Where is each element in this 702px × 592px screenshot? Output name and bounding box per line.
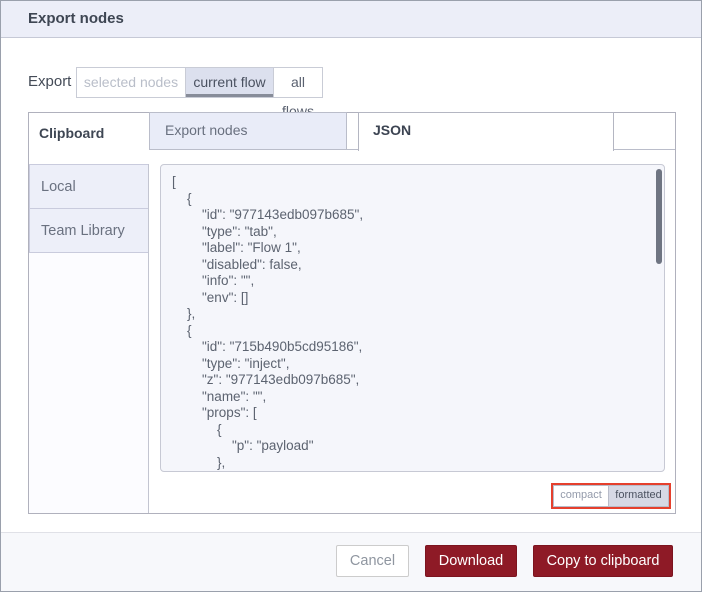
download-button[interactable]: Download bbox=[425, 545, 517, 577]
tab-export-nodes[interactable]: Export nodes bbox=[149, 112, 347, 150]
library-sidebar: Local Team Library bbox=[29, 164, 149, 513]
section-clipboard-label: Clipboard bbox=[39, 125, 105, 141]
export-scope-toggle: selected nodes current flow all flows bbox=[76, 67, 323, 119]
editor-scrollbar-thumb[interactable] bbox=[656, 169, 662, 264]
format-toggle: compact formatted bbox=[553, 485, 669, 507]
cancel-button[interactable]: Cancel bbox=[336, 545, 409, 577]
export-nodes-dialog: Export nodes Export selected nodes curre… bbox=[0, 0, 702, 592]
scope-all-flows-button[interactable]: all flows bbox=[273, 68, 322, 119]
copy-to-clipboard-button[interactable]: Copy to clipboard bbox=[533, 545, 673, 577]
formatted-button[interactable]: formatted bbox=[608, 486, 668, 506]
sidebar-item-team-library[interactable]: Team Library bbox=[29, 208, 148, 253]
format-toggle-highlight: compact formatted bbox=[551, 483, 671, 509]
dialog-footer: Cancel Download Copy to clipboard bbox=[1, 532, 701, 591]
library-panel: Clipboard Export nodes JSON Local Team L… bbox=[28, 112, 676, 514]
export-scope-label: Export bbox=[28, 73, 72, 90]
json-code[interactable]: [ { "id": "977143edb097b685", "type": "t… bbox=[161, 165, 664, 471]
dialog-title: Export nodes bbox=[28, 10, 124, 27]
json-editor[interactable]: [ { "id": "977143edb097b685", "type": "t… bbox=[160, 164, 665, 472]
sidebar-item-local[interactable]: Local bbox=[29, 164, 148, 209]
compact-button[interactable]: compact bbox=[554, 486, 608, 506]
scope-selected-nodes-button[interactable]: selected nodes bbox=[77, 68, 185, 97]
scope-current-flow-button[interactable]: current flow bbox=[185, 68, 273, 97]
dialog-header: Export nodes bbox=[1, 1, 701, 38]
tab-json[interactable]: JSON bbox=[358, 112, 614, 151]
